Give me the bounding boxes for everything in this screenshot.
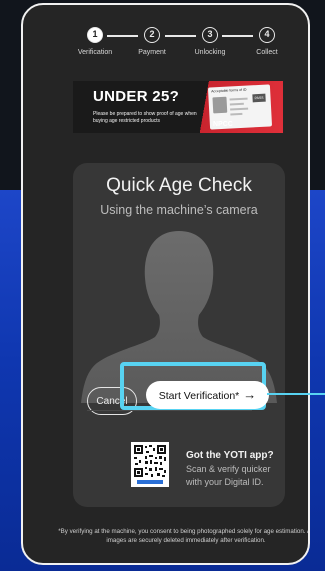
progress-stepper: 1 Verification 2 Payment 3 Unlocking 4 C… [23,27,308,67]
consent-disclaimer: *By verifying at the machine, you consen… [58,528,310,544]
id-text-line [230,112,243,116]
qr-code-icon [131,442,169,487]
start-verification-button[interactable]: Start Verification* → [146,381,269,409]
kiosk-screen: 1 Verification 2 Payment 3 Unlocking 4 C… [21,3,310,565]
step-number: 1 [87,27,103,43]
under-25-banner: UNDER 25? Please be prepared to show pro… [73,81,283,133]
step-number: 2 [144,27,160,43]
qr-code [131,442,169,487]
step-unlocking: 3 Unlocking [180,27,240,56]
step-label: Verification [77,49,113,56]
step-label: Collect [256,49,278,56]
id-text-line [230,107,249,111]
yoti-title: Got the YOTI app? [186,450,274,461]
step-collect: 4 Collect [237,27,297,56]
step-verification: 1 Verification [65,27,125,56]
yoti-text-line1: Scan & verify quicker [186,464,271,474]
arrow-right-icon: → [243,387,257,402]
pass-hologram: PASS [252,93,266,103]
id-card-caption: Acceptable forms of ID [211,87,247,94]
step-label: Payment [138,49,166,56]
step-payment: 2 Payment [122,27,182,56]
yoti-text-line2: with your Digital ID. [186,477,264,487]
id-text-line [229,102,244,106]
highlight-pointer-line [267,393,325,395]
step-label: Unlocking [194,49,226,56]
id-photo-placeholder [212,96,228,114]
card-divider [87,410,252,411]
id-text-line [229,97,248,101]
card-title: Quick Age Check [106,175,252,196]
card-subtitle: Using the machine’s camera [100,203,258,217]
banner-subtitle: Please be prepared to show proof of age … [93,111,197,124]
banner-title: UNDER 25? [93,88,180,105]
step-number: 4 [259,27,275,43]
npcc-logo: NPCC [213,121,233,128]
step-number: 3 [202,27,218,43]
start-label-text: Start Verification* [158,390,240,402]
start-verification-label[interactable]: Start Verification* → [146,381,269,409]
